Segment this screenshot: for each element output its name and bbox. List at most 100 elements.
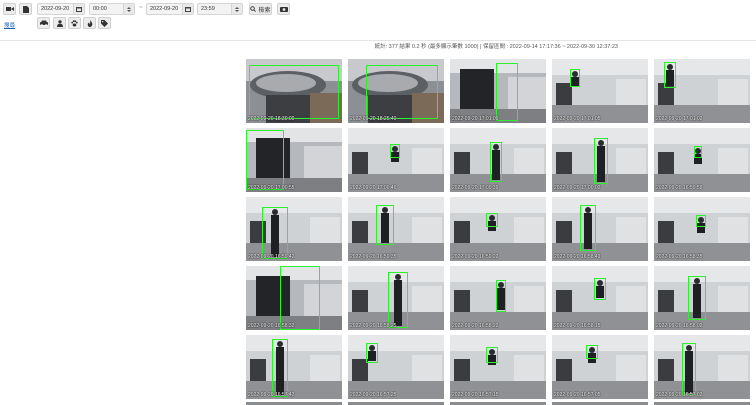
search-button[interactable]: 檢索 (249, 3, 272, 15)
snapshot-image (246, 335, 342, 399)
detection-box (486, 347, 498, 363)
snapshot-image (654, 197, 750, 261)
snapshot-image (348, 128, 444, 192)
thumbnail-timestamp: 2022-09-20 16:57:05 (554, 392, 601, 398)
detection-box (272, 339, 288, 397)
video-camera-icon[interactable] (3, 3, 16, 15)
start-date-field[interactable]: 2022-09-20 (37, 3, 85, 15)
calendar-icon[interactable] (73, 4, 84, 14)
thumbnail-8[interactable]: 2022-09-20 17:00:39 (450, 128, 546, 192)
detection-box (390, 144, 400, 158)
detection-box (696, 215, 706, 227)
thumbnail-timestamp: 2022-09-20 16:58:02 (656, 323, 703, 329)
start-time-field[interactable]: 00:00 (89, 3, 135, 15)
snapshot-image (552, 197, 648, 261)
paw-icon[interactable] (68, 17, 81, 29)
thumbnail-15[interactable]: 2022-09-20 16:58:35 (654, 197, 750, 261)
detection-box (594, 278, 606, 300)
thumbnail-timestamp: 2022-09-20 17:00:46 (350, 185, 397, 191)
search-button-label: 檢索 (258, 7, 271, 14)
toolbar: 2022-09-20 00:00 ~ 2022-09-20 23:59 檢索 搜… (0, 0, 756, 41)
tag-icon[interactable] (98, 17, 111, 29)
detection-box (570, 69, 580, 87)
detection-box (664, 62, 676, 88)
detection-box (249, 65, 339, 119)
snapshot-image (450, 335, 546, 399)
thumbnail-4[interactable]: 2022-09-20 17:01:05 (552, 59, 648, 123)
thumbnail-25[interactable]: 2022-09-20 16:57:02 (654, 335, 750, 399)
thumbnail-9[interactable]: 2022-09-20 17:00:02 (552, 128, 648, 192)
thumbnail-timestamp: 2022-09-20 17:00:02 (554, 185, 601, 191)
thumbnail-timestamp: 2022-09-20 16:58:15 (554, 323, 601, 329)
person-icon[interactable] (53, 17, 66, 29)
thumbnail-17[interactable]: 2022-09-20 16:58:25 (348, 266, 444, 330)
thumbnail-23[interactable]: 2022-09-20 16:57:15 (450, 335, 546, 399)
thumbnail-grid: 2022-09-20 18:30:00 2022-09-20 18:25:40 20… (246, 59, 756, 399)
detection-box (366, 65, 438, 119)
document-icon[interactable] (19, 3, 32, 15)
thumbnail-13[interactable]: 2022-09-20 16:59:22 (450, 197, 546, 261)
detection-box (388, 272, 408, 328)
thumbnail-21[interactable]: 2022-09-20 16:57:42 (246, 335, 342, 399)
chevron-down-icon (127, 9, 131, 12)
thumbnail-20[interactable]: 2022-09-20 16:58:02 (654, 266, 750, 330)
thumbnail-timestamp: 2022-09-20 16:59:35 (350, 254, 397, 260)
thumbnail-timestamp: 2022-09-20 17:01:02 (656, 116, 703, 122)
detection-box (580, 205, 596, 251)
camera-icon[interactable] (277, 3, 290, 15)
thumbnail-6[interactable]: 2022-09-20 17:00:55 (246, 128, 342, 192)
fire-icon[interactable] (83, 17, 96, 29)
thumbnail-1[interactable]: 2022-09-20 18:30:00 (246, 59, 342, 123)
search-link[interactable]: 搜尋 (4, 21, 15, 29)
thumbnail-19[interactable]: 2022-09-20 16:58:15 (552, 266, 648, 330)
thumbnail-11[interactable]: 2022-09-20 16:59:42 (246, 197, 342, 261)
detection-box (682, 343, 696, 395)
detection-box (496, 280, 506, 312)
thumbnail-timestamp: 2022-09-20 16:59:59 (656, 185, 703, 191)
thumbnail-14[interactable]: 2022-09-20 16:58:49 (552, 197, 648, 261)
detection-box (586, 345, 598, 359)
thumbnail-16[interactable]: 2022-09-20 16:58:32 (246, 266, 342, 330)
snapshot-image (348, 197, 444, 261)
chevron-up-icon (127, 6, 131, 9)
thumbnail-timestamp: 2022-09-20 16:57:02 (656, 392, 703, 398)
end-date-field[interactable]: 2022-09-20 (146, 3, 194, 15)
thumbnail-10[interactable]: 2022-09-20 16:59:59 (654, 128, 750, 192)
thumbnail-24[interactable]: 2022-09-20 16:57:05 (552, 335, 648, 399)
end-time-field[interactable]: 23:59 (197, 3, 243, 15)
time-spinner[interactable] (231, 4, 242, 14)
detection-box (496, 63, 518, 121)
detection-box (246, 130, 284, 190)
chevron-up-icon (235, 6, 239, 9)
thumbnail-22[interactable]: 2022-09-20 16:57:25 (348, 335, 444, 399)
thumbnail-timestamp: 2022-09-20 16:58:49 (554, 254, 601, 260)
thumbnail-timestamp: 2022-09-20 16:58:25 (350, 323, 397, 329)
search-summary: 統計: 377 結果 0.2 秒 (最多顯示筆數 1000) | 保留區間 : … (374, 44, 618, 50)
snapshot-image (348, 335, 444, 399)
thumbnail-3[interactable]: 2022-09-20 17:01:09 (450, 59, 546, 123)
thumbnail-timestamp: 2022-09-20 17:00:55 (248, 185, 295, 191)
thumbnail-7[interactable]: 2022-09-20 17:00:46 (348, 128, 444, 192)
detection-box (486, 213, 498, 227)
end-time-value: 23:59 (201, 6, 215, 12)
thumbnail-12[interactable]: 2022-09-20 16:59:35 (348, 197, 444, 261)
detection-box (262, 207, 288, 259)
car-icon[interactable] (37, 17, 50, 29)
thumbnail-timestamp: 2022-09-20 16:59:42 (248, 254, 295, 260)
thumbnail-timestamp: 2022-09-20 16:58:22 (452, 323, 499, 329)
snapshot-image (450, 197, 546, 261)
snapshot-image (654, 128, 750, 192)
time-spinner[interactable] (123, 4, 134, 14)
calendar-icon[interactable] (182, 4, 193, 14)
thumbnail-2[interactable]: 2022-09-20 18:25:40 (348, 59, 444, 123)
thumbnail-18[interactable]: 2022-09-20 16:58:22 (450, 266, 546, 330)
range-separator: ~ (139, 5, 143, 11)
snapshot-image (654, 335, 750, 399)
thumbnail-timestamp: 2022-09-20 16:57:42 (248, 392, 295, 398)
start-time-value: 00:00 (93, 6, 107, 12)
thumbnail-timestamp: 2022-09-20 17:01:05 (554, 116, 601, 122)
thumbnail-5[interactable]: 2022-09-20 17:01:02 (654, 59, 750, 123)
thumbnail-timestamp: 2022-09-20 16:59:22 (452, 254, 499, 260)
detection-box (280, 266, 320, 330)
detection-box (490, 142, 502, 182)
